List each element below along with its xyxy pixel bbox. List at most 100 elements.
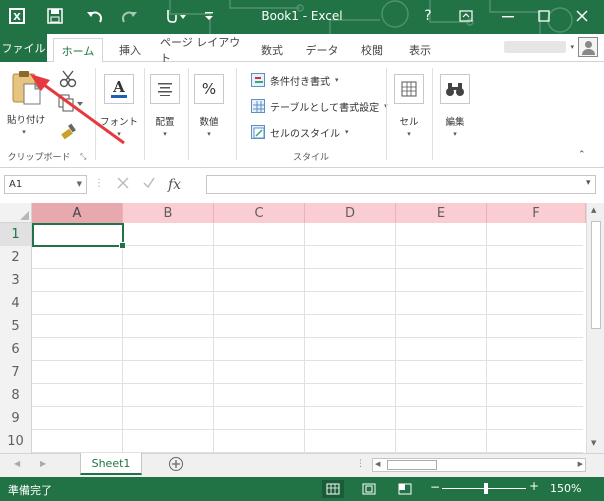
- close-icon[interactable]: [568, 4, 596, 28]
- column-header-a[interactable]: A: [32, 203, 123, 223]
- cell-styles-label: セルのスタイル: [270, 128, 340, 140]
- format-as-table-button[interactable]: テーブルとして書式設定 ▾: [251, 97, 388, 115]
- hscrollbar-thumb[interactable]: [387, 460, 437, 470]
- vertical-scrollbar[interactable]: ▲ ▼: [586, 203, 604, 453]
- account-area[interactable]: ▾: [504, 37, 598, 57]
- sheet-tab-bar: ◀ ▶ Sheet1 ⋮ ◀ ▶: [0, 453, 604, 477]
- cells-label[interactable]: セル: [388, 114, 430, 128]
- zoom-level[interactable]: 150%: [550, 482, 581, 495]
- tab-split-grip-icon[interactable]: ⋮: [356, 459, 365, 469]
- row-header-5[interactable]: 5: [0, 315, 32, 338]
- alignment-dropdown-icon[interactable]: ▾: [158, 128, 172, 139]
- editing-label[interactable]: 編集: [434, 114, 476, 128]
- page-break-preview-icon[interactable]: [394, 480, 416, 498]
- font-label[interactable]: フォント: [96, 114, 142, 128]
- confirm-entry-icon[interactable]: [142, 176, 156, 193]
- insert-function-button[interactable]: fx: [168, 177, 181, 193]
- format-painter-icon[interactable]: [60, 122, 80, 140]
- expand-formula-bar-icon[interactable]: ▾: [586, 178, 591, 188]
- minimize-icon[interactable]: [494, 4, 522, 28]
- cut-icon[interactable]: [58, 70, 78, 88]
- ribbon-separator: [432, 68, 433, 160]
- number-format-icon[interactable]: %: [194, 74, 224, 104]
- column-header-d[interactable]: D: [305, 203, 396, 223]
- scroll-up-icon[interactable]: ▲: [591, 206, 596, 214]
- row-header-10[interactable]: 10: [0, 430, 32, 453]
- tab-home[interactable]: ホーム: [53, 38, 103, 63]
- maximize-icon[interactable]: [530, 4, 558, 28]
- tab-data[interactable]: データ: [302, 38, 342, 62]
- font-dropdown-icon[interactable]: ▾: [112, 128, 126, 139]
- cells-icon[interactable]: [394, 74, 424, 104]
- editing-dropdown-icon[interactable]: ▾: [448, 128, 462, 139]
- row-header-3[interactable]: 3: [0, 269, 32, 292]
- paste-dropdown-icon[interactable]: ▾: [14, 126, 34, 137]
- tab-review[interactable]: 校閲: [354, 38, 390, 62]
- alignment-icon[interactable]: [150, 74, 180, 104]
- new-sheet-icon[interactable]: [168, 456, 184, 475]
- select-all-button[interactable]: [0, 203, 32, 223]
- status-ready: 準備完了: [8, 484, 52, 497]
- row-header-4[interactable]: 4: [0, 292, 32, 315]
- gridline-horizontal: [32, 429, 583, 430]
- help-button[interactable]: ?: [414, 4, 442, 28]
- formula-bar-grip-icon[interactable]: ⋮: [94, 178, 104, 189]
- name-box[interactable]: A1 ▼: [4, 175, 87, 194]
- cancel-entry-icon[interactable]: [116, 176, 130, 193]
- row-header-7[interactable]: 7: [0, 361, 32, 384]
- column-header-e[interactable]: E: [396, 203, 487, 223]
- scroll-down-icon[interactable]: ▼: [591, 439, 596, 447]
- avatar[interactable]: [578, 37, 598, 57]
- zoom-out-icon[interactable]: −: [430, 480, 440, 494]
- row-header-9[interactable]: 9: [0, 407, 32, 430]
- tab-insert[interactable]: 挿入: [112, 38, 148, 62]
- column-header-f[interactable]: F: [487, 203, 586, 223]
- formula-bar: A1 ▼ ⋮ fx ▾: [0, 170, 604, 200]
- chevron-down-icon[interactable]: ▼: [77, 180, 82, 188]
- number-dropdown-icon[interactable]: ▾: [202, 128, 216, 139]
- scroll-left-icon[interactable]: ◀: [375, 460, 380, 468]
- page-layout-view-icon[interactable]: [358, 480, 380, 498]
- cell-styles-button[interactable]: セルのスタイル ▾: [251, 123, 349, 141]
- horizontal-scrollbar[interactable]: ◀ ▶: [372, 458, 586, 472]
- normal-view-icon[interactable]: [322, 480, 344, 498]
- ribbon-display-options-icon[interactable]: [452, 4, 480, 28]
- svg-text:A: A: [112, 78, 125, 96]
- number-label[interactable]: 数値: [188, 114, 230, 128]
- paste-button-icon[interactable]: [10, 70, 42, 106]
- font-icon[interactable]: A: [104, 74, 134, 104]
- clipboard-group-label: クリップボード: [7, 153, 71, 163]
- paste-label[interactable]: 貼り付け: [4, 112, 48, 126]
- account-dropdown-icon[interactable]: ▾: [570, 43, 574, 51]
- zoom-in-icon[interactable]: +: [529, 479, 539, 493]
- worksheet-grid[interactable]: ABCDEF 1 2 3 4 5 6 7 8 9 10 ▲ ▼: [0, 203, 604, 453]
- alignment-label[interactable]: 配置: [144, 114, 186, 128]
- row-header-8[interactable]: 8: [0, 384, 32, 407]
- row-header-2[interactable]: 2: [0, 246, 32, 269]
- collapse-ribbon-icon[interactable]: ⌃: [578, 150, 586, 160]
- sheet-nav-next-icon[interactable]: ▶: [40, 459, 46, 468]
- sheet-tab[interactable]: Sheet1: [80, 453, 142, 475]
- cells-dropdown-icon[interactable]: ▾: [402, 128, 416, 139]
- gridline-vertical: [304, 223, 305, 453]
- formula-input[interactable]: [206, 175, 596, 194]
- row-header-6[interactable]: 6: [0, 338, 32, 361]
- active-cell-a1[interactable]: [32, 223, 126, 249]
- sheet-nav-prev-icon[interactable]: ◀: [14, 459, 20, 468]
- tab-formulas[interactable]: 数式: [254, 38, 290, 62]
- column-header-b[interactable]: B: [123, 203, 214, 223]
- scroll-right-icon[interactable]: ▶: [578, 460, 583, 468]
- ribbon-home: 貼り付け ▾ クリップボード ⤡ A フォント ▾ 配置 ▾ % 数値 ▾ 条件…: [0, 62, 604, 168]
- clipboard-dialog-launcher-icon[interactable]: ⤡: [80, 152, 86, 162]
- tab-page-layout[interactable]: ページ レイアウト: [160, 36, 244, 65]
- gridline-vertical: [122, 223, 123, 453]
- tab-view[interactable]: 表示: [402, 38, 438, 62]
- scrollbar-thumb[interactable]: [591, 221, 601, 329]
- tab-file[interactable]: ファイル: [0, 34, 47, 62]
- editing-binoculars-icon[interactable]: [440, 74, 470, 104]
- row-header-1[interactable]: 1: [0, 223, 32, 246]
- zoom-slider-thumb[interactable]: [484, 483, 488, 494]
- conditional-formatting-button[interactable]: 条件付き書式 ▾: [251, 71, 339, 89]
- column-header-c[interactable]: C: [214, 203, 305, 223]
- copy-icon[interactable]: [58, 94, 84, 112]
